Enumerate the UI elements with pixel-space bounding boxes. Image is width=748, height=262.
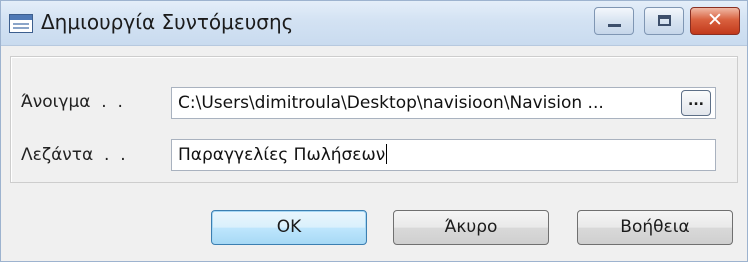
open-label: Άνοιγμα . . bbox=[21, 92, 123, 112]
ok-button[interactable]: OK bbox=[211, 210, 367, 245]
browse-button[interactable]: ... bbox=[681, 90, 711, 116]
help-button[interactable]: Βοήθεια bbox=[577, 210, 733, 245]
window-title: Δημιουργία Συντόμευσης bbox=[41, 10, 294, 34]
shortcut-dialog: Δημιουργία Συντόμευσης ✕ Άνοιγμα . . C:\… bbox=[0, 0, 748, 262]
maximize-icon bbox=[658, 15, 671, 26]
open-path-input[interactable]: C:\Users\dimitroula\Desktop\navisioon\Na… bbox=[171, 87, 716, 119]
close-button[interactable]: ✕ bbox=[690, 7, 740, 35]
maximize-button[interactable] bbox=[644, 7, 684, 35]
text-caret bbox=[386, 144, 388, 164]
cancel-button[interactable]: Άκυρο bbox=[393, 210, 549, 245]
caption-input-text: Παραγγελίες Πωλήσεων bbox=[178, 145, 386, 165]
caption-label: Λεζάντα . . bbox=[21, 145, 126, 165]
caption-input[interactable]: Παραγγελίες Πωλήσεων bbox=[171, 139, 716, 171]
close-icon: ✕ bbox=[707, 9, 723, 31]
title-bar[interactable]: Δημιουργία Συντόμευσης ✕ bbox=[1, 1, 747, 46]
minimize-button[interactable] bbox=[594, 7, 634, 35]
window-icon bbox=[9, 14, 33, 33]
minimize-icon bbox=[608, 24, 621, 27]
